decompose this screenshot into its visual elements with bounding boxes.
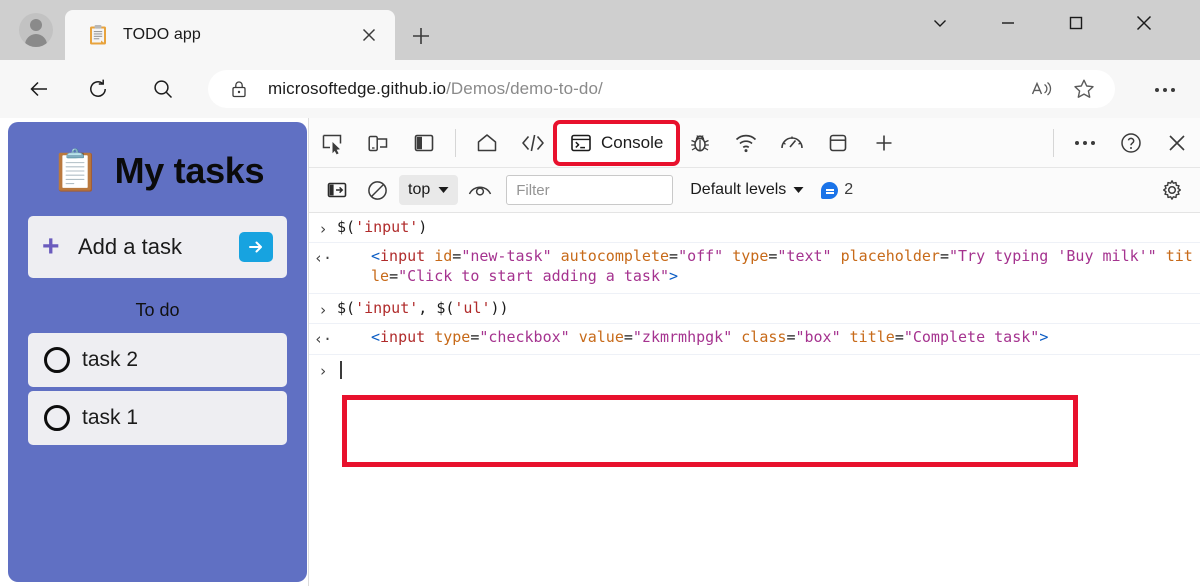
chevron-down-icon xyxy=(793,186,804,194)
return-chevron-icon: ‹· xyxy=(313,329,333,348)
ellipsis-icon xyxy=(1075,140,1095,145)
circle-checkbox-icon[interactable] xyxy=(44,347,70,373)
console-prompt-input[interactable] xyxy=(337,360,1200,379)
back-arrow-icon[interactable] xyxy=(19,69,59,109)
home-icon[interactable] xyxy=(464,123,510,163)
network-wifi-icon[interactable] xyxy=(723,123,769,163)
status-badge[interactable]: 2 xyxy=(821,181,853,199)
clipboard-icon: 📋 xyxy=(50,149,101,193)
filter-input[interactable]: Filter xyxy=(506,175,674,205)
message-count: 2 xyxy=(844,181,854,198)
devtools-toolbar: Console xyxy=(309,118,1200,168)
console-prompt[interactable]: › xyxy=(309,355,1200,385)
list-item[interactable]: task 1 xyxy=(28,391,287,445)
more-tools-button[interactable] xyxy=(1062,123,1108,163)
javascript-context-dropdown[interactable]: top xyxy=(399,175,459,205)
console-command: $('input') xyxy=(337,218,428,236)
prompt-chevron-icon: › xyxy=(318,300,328,319)
toolbar-divider xyxy=(455,128,456,157)
ellipsis-icon xyxy=(1155,88,1175,92)
lock-icon xyxy=(222,79,256,99)
application-storage-icon[interactable] xyxy=(815,123,861,163)
help-circle-icon[interactable] xyxy=(1108,123,1154,163)
inspect-element-icon[interactable] xyxy=(309,123,355,163)
elements-code-icon[interactable] xyxy=(510,123,556,163)
browser-window: TODO app microsoftedge.github.io/Demos/d… xyxy=(0,0,1200,586)
task-label: task 2 xyxy=(82,348,139,371)
console-input-entry[interactable]: › $('input') xyxy=(309,213,1200,243)
text-cursor xyxy=(340,360,342,379)
bug-icon[interactable] xyxy=(677,123,723,163)
devtools-close-button[interactable] xyxy=(1154,123,1200,163)
context-label: top xyxy=(408,181,431,198)
gear-icon[interactable] xyxy=(1152,173,1192,207)
log-levels-dropdown[interactable]: Default levels xyxy=(690,181,804,199)
arrow-right-icon[interactable] xyxy=(239,232,273,262)
console-input-entry-highlighted[interactable]: › $('input', $('ul')) xyxy=(309,294,1200,324)
tab-title: TODO app xyxy=(123,26,201,43)
todo-section-label: To do xyxy=(135,300,180,320)
todo-app-panel: 📋 My tasks + Add a task To do task 2 tas… xyxy=(8,122,307,582)
browser-tab[interactable]: TODO app xyxy=(65,10,395,60)
clipboard-icon xyxy=(87,24,109,46)
browser-addressbar: microsoftedge.github.io/Demos/demo-to-do… xyxy=(0,60,1200,118)
console-sidebar-icon[interactable] xyxy=(317,173,357,207)
add-tab-button[interactable] xyxy=(861,123,907,163)
search-icon[interactable] xyxy=(143,69,183,109)
log-levels-label: Default levels xyxy=(690,181,787,198)
console-result: <input id="new-task" autocomplete="off" … xyxy=(371,247,1193,285)
close-icon[interactable] xyxy=(355,21,383,49)
eye-icon[interactable] xyxy=(460,173,500,207)
devtools-panel: Console top Filter Default levels 2 › $(… xyxy=(308,118,1200,586)
console-result: <input type="checkbox" value="zkmrmhpgk"… xyxy=(371,327,1049,346)
info-bubble-icon xyxy=(821,181,839,199)
return-chevron-icon: ‹· xyxy=(313,249,333,267)
device-emulation-icon[interactable] xyxy=(355,123,401,163)
toolbar-divider-right xyxy=(1053,128,1054,157)
browser-settings-button[interactable] xyxy=(1145,79,1185,101)
url-domain: microsoftedge.github.io xyxy=(268,79,447,98)
annotation-box-command xyxy=(342,395,1078,467)
performance-gauge-icon[interactable] xyxy=(769,123,815,163)
tab-console-label: Console xyxy=(601,132,664,152)
todo-header: 📋 My tasks xyxy=(28,150,287,192)
reload-icon[interactable] xyxy=(78,69,118,109)
avatar xyxy=(19,13,53,47)
prompt-chevron-icon: › xyxy=(318,220,328,238)
console-filter-toolbar: top Filter Default levels 2 xyxy=(309,168,1200,213)
console-command: $('input', $('ul')) xyxy=(337,298,509,317)
console-terminal-icon xyxy=(570,132,592,154)
window-close-button[interactable] xyxy=(1121,4,1167,42)
star-icon[interactable] xyxy=(1063,72,1105,106)
maximize-button[interactable] xyxy=(1053,4,1099,42)
minimize-button[interactable] xyxy=(985,4,1031,42)
filter-placeholder: Filter xyxy=(516,181,550,199)
url-text: microsoftedge.github.io/Demos/demo-to-do… xyxy=(268,79,1021,99)
url-path: /Demos/demo-to-do/ xyxy=(446,79,603,98)
clear-console-icon[interactable] xyxy=(357,173,397,207)
chevron-down-icon xyxy=(438,186,449,194)
plus-icon: + xyxy=(42,230,60,263)
dock-side-icon[interactable] xyxy=(401,123,447,163)
prompt-chevron-icon: › xyxy=(318,362,328,381)
read-aloud-icon[interactable] xyxy=(1021,72,1063,106)
profile-button[interactable] xyxy=(14,8,58,52)
add-task-input[interactable]: + Add a task xyxy=(28,216,287,278)
new-tab-button[interactable] xyxy=(405,20,437,52)
url-bar[interactable]: microsoftedge.github.io/Demos/demo-to-do… xyxy=(208,70,1115,108)
console-output-entry[interactable]: ‹· <input id="new-task" autocomplete="of… xyxy=(309,243,1200,294)
browser-titlebar: TODO app xyxy=(0,0,1200,60)
circle-checkbox-icon[interactable] xyxy=(44,405,70,431)
task-label: task 1 xyxy=(82,406,139,429)
page-title: My tasks xyxy=(114,150,265,191)
console-output-entry[interactable]: ‹· <input type="checkbox" value="zkmrmhp… xyxy=(309,324,1200,355)
web-page-content: 📋 My tasks + Add a task To do task 2 tas… xyxy=(0,118,308,586)
chevron-down-icon[interactable] xyxy=(917,4,963,42)
console-output[interactable]: › $('input') ‹· <input id="new-task" aut… xyxy=(309,213,1200,586)
add-task-label: Add a task xyxy=(78,234,182,259)
list-item[interactable]: task 2 xyxy=(28,333,287,387)
tab-console[interactable]: Console xyxy=(552,119,681,166)
